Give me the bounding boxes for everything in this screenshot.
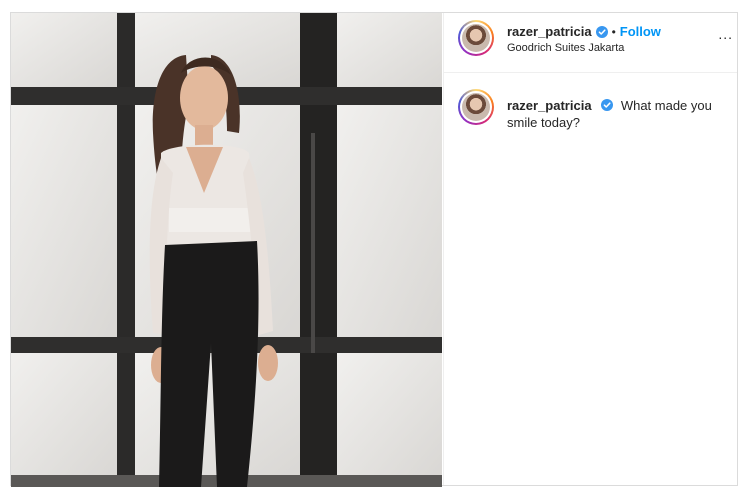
avatar-image (462, 24, 490, 52)
follow-button[interactable]: Follow (620, 24, 661, 39)
caption-username[interactable]: razer_patricia (507, 98, 592, 113)
caption-avatar[interactable] (458, 89, 494, 125)
more-options-icon[interactable]: ... (718, 27, 733, 41)
author-avatar[interactable] (458, 20, 494, 56)
author-row: razer_patricia • Follow (507, 24, 661, 39)
post-photo[interactable] (11, 13, 442, 487)
verified-badge-icon (601, 99, 614, 111)
post-header: razer_patricia • Follow Goodrich Suites … (444, 13, 737, 73)
author-username[interactable]: razer_patricia (507, 24, 592, 39)
separator-dot: • (611, 24, 616, 39)
post-location[interactable]: Goodrich Suites Jakarta (507, 42, 624, 54)
post-sidebar: razer_patricia • Follow Goodrich Suites … (443, 13, 737, 485)
avatar-image (462, 93, 490, 121)
verified-badge-icon (595, 25, 608, 38)
post-dialog: razer_patricia • Follow Goodrich Suites … (10, 12, 738, 487)
caption-text-block: razer_patricia What made you smile today… (507, 97, 717, 131)
post-image (11, 13, 442, 487)
